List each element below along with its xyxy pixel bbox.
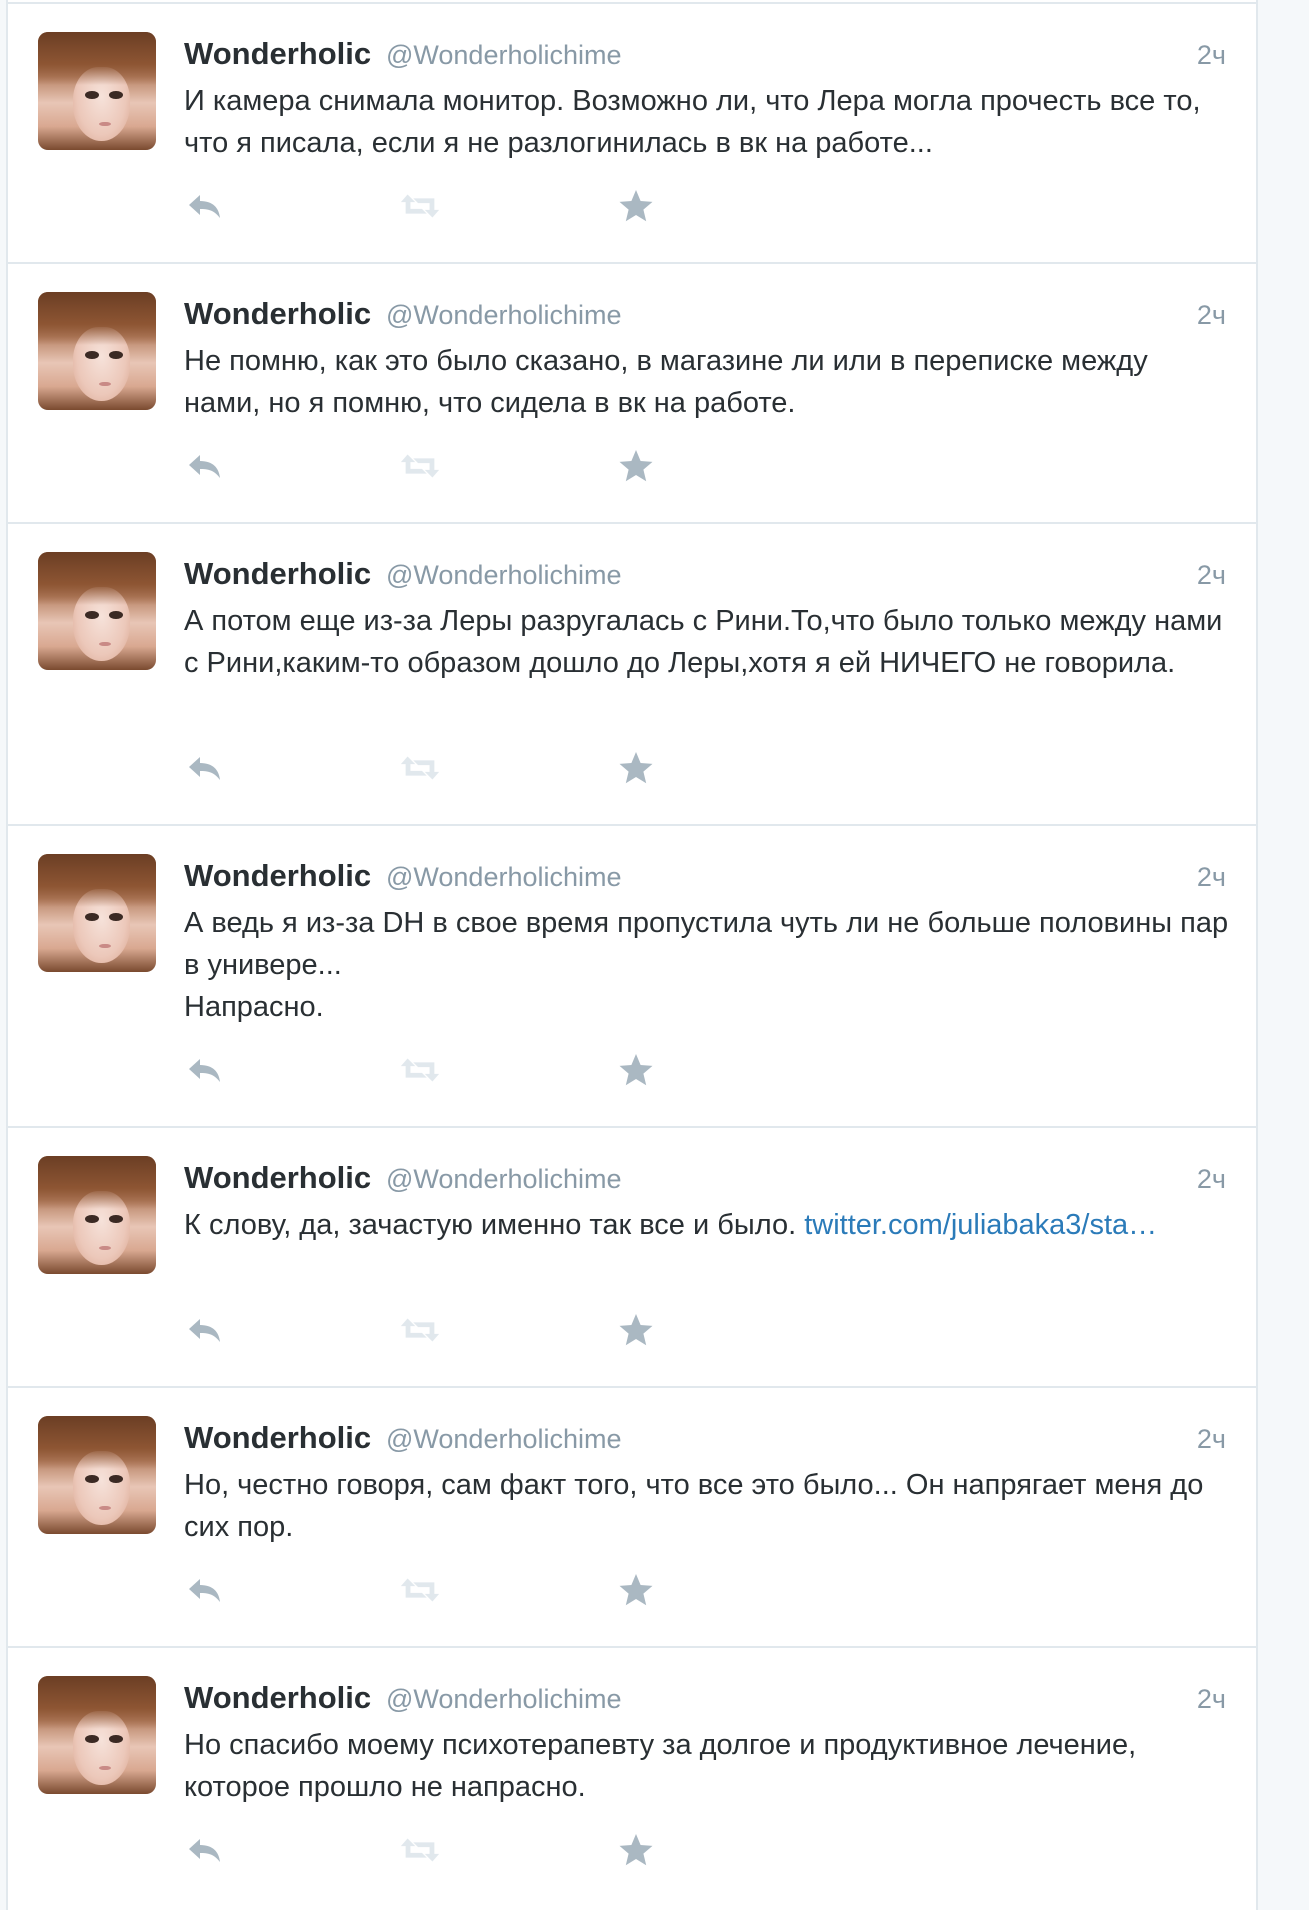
author-name[interactable]: Wonderholic <box>184 556 371 592</box>
page-gutter <box>1258 0 1309 1910</box>
timeline: Wonderholic @Wonderholichime 2ч И камера сн… <box>6 0 1258 1910</box>
author-handle[interactable]: @Wonderholichime <box>386 862 622 893</box>
avatar[interactable] <box>38 1156 156 1274</box>
avatar[interactable] <box>38 1676 156 1794</box>
tweet[interactable]: Wonderholic @Wonderholichime 2ч А ведь я из… <box>8 824 1256 1128</box>
tweet-timestamp[interactable]: 2ч <box>1197 560 1226 591</box>
tweet-timestamp[interactable]: 2ч <box>1197 1684 1226 1715</box>
retweet-icon[interactable] <box>398 444 442 488</box>
avatar-hair <box>38 32 156 86</box>
tweet-actions <box>184 184 664 228</box>
author-handle[interactable]: @Wonderholichime <box>386 1164 622 1195</box>
tweet[interactable]: Wonderholic @Wonderholichime 2ч Не помню, к… <box>8 262 1256 524</box>
tweet-body: Но спасибо моему психотерапевту за долго… <box>184 1729 1145 1803</box>
author-name[interactable]: Wonderholic <box>184 858 371 894</box>
retweet-icon[interactable] <box>398 1308 442 1352</box>
tweet-actions <box>184 1568 664 1612</box>
tweet-body: Но, честно говоря, сам факт того, что вс… <box>184 1469 1212 1543</box>
avatar-hair <box>38 1416 156 1470</box>
tweet-timestamp[interactable]: 2ч <box>1197 40 1226 71</box>
reply-icon[interactable] <box>184 746 228 790</box>
tweet-actions <box>184 444 664 488</box>
tweet[interactable]: Wonderholic @Wonderholichime 2ч Но, честно … <box>8 1386 1256 1648</box>
tweet-link[interactable]: twitter.com/juliabaka3/sta… <box>804 1209 1157 1241</box>
tweet-timestamp[interactable]: 2ч <box>1197 300 1226 331</box>
tweet-body: К слову, да, зачастую именно так все и б… <box>184 1209 805 1241</box>
avatar-hair <box>38 854 156 908</box>
author-name[interactable]: Wonderholic <box>184 296 371 332</box>
reply-icon[interactable] <box>184 184 228 228</box>
author-name[interactable]: Wonderholic <box>184 1160 371 1196</box>
author-handle[interactable]: @Wonderholichime <box>386 560 622 591</box>
retweet-icon[interactable] <box>398 184 442 228</box>
avatar[interactable] <box>38 552 156 670</box>
avatar-hair <box>38 292 156 346</box>
tweet-body: И камера снимала монитор. Возможно ли, ч… <box>184 85 1209 159</box>
favorite-star-icon[interactable] <box>614 1308 658 1352</box>
reply-icon[interactable] <box>184 1568 228 1612</box>
retweet-icon[interactable] <box>398 1828 442 1872</box>
tweet-text: Но, честно говоря, сам факт того, что вс… <box>184 1464 1229 1548</box>
tweet-text: И камера снимала монитор. Возможно ли, ч… <box>184 80 1229 164</box>
retweet-icon[interactable] <box>398 746 442 790</box>
avatar-hair <box>38 1676 156 1730</box>
tweet[interactable]: Wonderholic @Wonderholichime 2ч К слову, да… <box>8 1126 1256 1388</box>
tweet-actions <box>184 1308 664 1352</box>
avatar[interactable] <box>38 1416 156 1534</box>
retweet-icon[interactable] <box>398 1568 442 1612</box>
tweet-actions <box>184 1828 664 1872</box>
favorite-star-icon[interactable] <box>614 444 658 488</box>
author-handle[interactable]: @Wonderholichime <box>386 40 622 71</box>
avatar[interactable] <box>38 32 156 150</box>
tweet-text: К слову, да, зачастую именно так все и б… <box>184 1204 1229 1246</box>
author-handle[interactable]: @Wonderholichime <box>386 1424 622 1455</box>
author-name[interactable]: Wonderholic <box>184 1420 371 1456</box>
tweet-actions <box>184 1048 664 1092</box>
favorite-star-icon[interactable] <box>614 1568 658 1612</box>
reply-icon[interactable] <box>184 1308 228 1352</box>
tweet[interactable]: Wonderholic @Wonderholichime 2ч И камера сн… <box>8 2 1256 264</box>
author-name[interactable]: Wonderholic <box>184 36 371 72</box>
author-handle[interactable]: @Wonderholichime <box>386 300 622 331</box>
tweet-text: А потом еще из-за Леры разругалась с Рин… <box>184 600 1229 684</box>
retweet-icon[interactable] <box>398 1048 442 1092</box>
favorite-star-icon[interactable] <box>614 1828 658 1872</box>
tweet-text: Не помню, как это было сказано, в магази… <box>184 340 1229 424</box>
reply-icon[interactable] <box>184 444 228 488</box>
tweet-text: Но спасибо моему психотерапевту за долго… <box>184 1724 1229 1808</box>
tweet-body: А ведь я из-за DH в свое время пропустил… <box>184 907 1229 1023</box>
author-handle[interactable]: @Wonderholichime <box>386 1684 622 1715</box>
favorite-star-icon[interactable] <box>614 184 658 228</box>
reply-icon[interactable] <box>184 1048 228 1092</box>
tweet-timestamp[interactable]: 2ч <box>1197 1164 1226 1195</box>
favorite-star-icon[interactable] <box>614 746 658 790</box>
tweet-text: А ведь я из-за DH в свое время пропустил… <box>184 902 1229 1028</box>
tweet-timestamp[interactable]: 2ч <box>1197 1424 1226 1455</box>
avatar[interactable] <box>38 854 156 972</box>
author-name[interactable]: Wonderholic <box>184 1680 371 1716</box>
tweet-actions <box>184 746 664 790</box>
avatar-hair <box>38 552 156 606</box>
reply-icon[interactable] <box>184 1828 228 1872</box>
tweet[interactable]: Wonderholic @Wonderholichime 2ч Но спасибо … <box>8 1646 1256 1910</box>
tweet-body: Не помню, как это было сказано, в магази… <box>184 345 1156 419</box>
avatar-hair <box>38 1156 156 1210</box>
tweet[interactable]: Wonderholic @Wonderholichime 2ч А потом еще… <box>8 522 1256 826</box>
tweet-body: А потом еще из-за Леры разругалась с Рин… <box>184 605 1231 679</box>
tweet-timestamp[interactable]: 2ч <box>1197 862 1226 893</box>
favorite-star-icon[interactable] <box>614 1048 658 1092</box>
avatar[interactable] <box>38 292 156 410</box>
